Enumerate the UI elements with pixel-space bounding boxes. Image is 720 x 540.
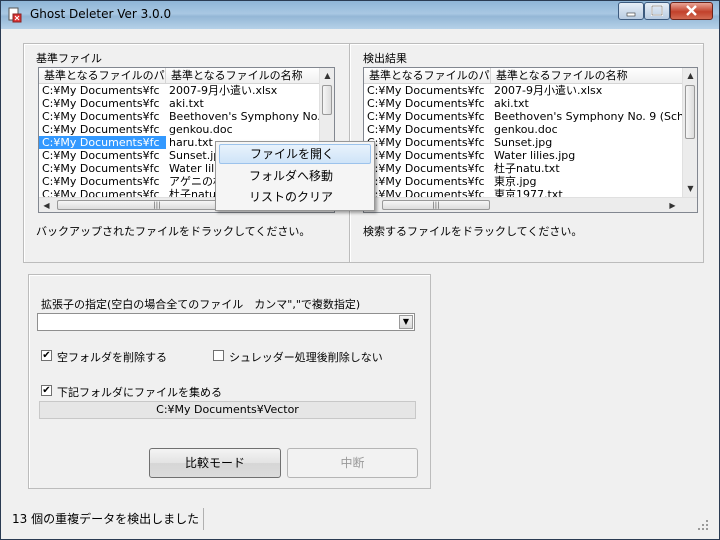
table-row[interactable]: C:¥My Documents¥fc Sunset.jpg (364, 136, 682, 149)
table-row[interactable]: C:¥My Documents¥fc Beethoven's Symphony N… (364, 110, 682, 123)
table-row[interactable]: C:¥My Documents¥fc genkou.doc (39, 123, 319, 136)
dropdown-button[interactable]: ▼ (399, 315, 413, 329)
table-row[interactable]: C:¥My Documents¥fc aki.txt (364, 97, 682, 110)
name-cell: 東京.jpg (494, 175, 537, 188)
horizontal-scrollbar[interactable]: ◀ ||| ▶ (364, 197, 697, 212)
list-header: 基準となるファイルのパス 基準となるファイルの名称 (364, 68, 684, 84)
name-cell: Sunset.jpg (494, 136, 553, 149)
status-text: 13 個の重複データを検出しました (8, 508, 205, 530)
collect-path-field[interactable]: C:¥My Documents¥Vector (39, 401, 416, 419)
delete-empty-label: 空フォルダを削除する (57, 351, 167, 364)
path-cell: C:¥My Documents¥fc (42, 136, 160, 149)
table-row[interactable]: C:¥My Documents¥fc aki.txt (39, 97, 319, 110)
table-row[interactable]: C:¥My Documents¥fc 東京.jpg (364, 175, 682, 188)
path-cell: C:¥My Documents¥fc (367, 84, 485, 97)
menu-item-open-file[interactable]: ファイルを開く (219, 144, 371, 164)
client-area: 基準ファイル 基準となるファイルのパス 基準となるファイルの名称 C:¥My D… (8, 30, 712, 532)
table-row[interactable]: C:¥My Documents¥fc 2007-9月小遣い.xlsx (39, 84, 319, 97)
path-cell: C:¥My Documents¥fc (367, 110, 485, 123)
resize-grip-icon[interactable] (697, 519, 709, 531)
context-menu: ファイルを開く フォルダへ移動 リストのクリア (215, 141, 375, 211)
results-list[interactable]: 基準となるファイルのパス 基準となるファイルの名称 C:¥My Document… (363, 67, 698, 213)
name-cell: 杜子natu.txt (494, 162, 560, 175)
name-cell: 2007-9月小遣い.xlsx (494, 84, 603, 97)
no-shred-label: シュレッダー処理後削除しない (229, 351, 383, 364)
chevron-down-icon: ▼ (402, 317, 410, 326)
maximize-button[interactable] (644, 2, 670, 20)
minimize-button[interactable] (618, 2, 644, 20)
path-cell: C:¥My Documents¥fc (42, 110, 160, 123)
path-cell: C:¥My Documents¥fc (367, 97, 485, 110)
table-row[interactable]: C:¥My Documents¥fc 杜子natu.txt (364, 162, 682, 175)
results-hint: 検索するファイルをドラックしてください。 (363, 225, 583, 238)
path-cell: C:¥My Documents¥fc (367, 123, 485, 136)
scroll-up-icon[interactable]: ▲ (320, 68, 334, 83)
path-cell: C:¥My Documents¥fc (367, 162, 485, 175)
status-bar: 13 個の重複データを検出しました (1, 506, 719, 539)
close-button[interactable] (670, 2, 713, 20)
column-header-path[interactable]: 基準となるファイルのパス (364, 68, 491, 83)
list-header: 基準となるファイルのパス 基準となるファイルの名称 (39, 68, 321, 84)
table-row[interactable]: C:¥My Documents¥fc genkou.doc (364, 123, 682, 136)
delete-empty-checkbox[interactable]: ✔ (41, 350, 52, 361)
path-cell: C:¥My Documents¥fc (42, 97, 160, 110)
results-label: 検出結果 (363, 52, 407, 65)
scroll-thumb-horizontal[interactable]: ||| (382, 200, 490, 210)
checkmark-icon: ✔ (42, 350, 51, 361)
maximize-icon (651, 5, 663, 16)
menu-item-clear-list[interactable]: リストのクリア (219, 187, 371, 207)
extension-combo[interactable]: ▼ (37, 313, 415, 331)
scroll-thumb[interactable] (685, 85, 695, 139)
base-files-hint: バックアップされたファイルをドラックしてください。 (36, 225, 311, 238)
scroll-down-icon[interactable]: ▼ (683, 181, 697, 196)
window-title: Ghost Deleter Ver 3.0.0 (30, 7, 172, 21)
column-header-path[interactable]: 基準となるファイルのパス (39, 68, 166, 83)
title-bar[interactable]: Ghost Deleter Ver 3.0.0 (1, 1, 719, 29)
scroll-left-icon[interactable]: ◀ (39, 198, 54, 212)
name-cell: aki.txt (169, 97, 204, 110)
scroll-up-icon[interactable]: ▲ (683, 68, 697, 83)
collect-label: 下記フォルダにファイルを集める (57, 386, 222, 399)
scroll-right-icon[interactable]: ▶ (665, 198, 680, 212)
name-cell: Water lilies.jpg (494, 149, 576, 162)
name-cell: Beethoven's Symphony No. 9 (169, 110, 319, 123)
path-cell: C:¥My Documents¥fc (367, 149, 485, 162)
compare-mode-button[interactable]: 比較モード (149, 448, 281, 478)
name-cell: genkou.doc (494, 123, 558, 136)
vertical-scrollbar[interactable]: ▲ ▼ (682, 68, 697, 198)
app-icon (8, 7, 22, 23)
collect-checkbox[interactable]: ✔ (41, 385, 52, 396)
checkmark-icon: ✔ (42, 385, 51, 396)
path-cell: C:¥My Documents¥fc (42, 162, 160, 175)
close-icon (686, 5, 697, 16)
name-cell: aki.txt (494, 97, 529, 110)
minimize-icon (626, 12, 636, 17)
name-cell: genkou.doc (169, 123, 233, 136)
table-row[interactable]: C:¥My Documents¥fc 2007-9月小遣い.xlsx (364, 84, 682, 97)
path-cell: C:¥My Documents¥fc (367, 136, 485, 149)
base-files-label: 基準ファイル (36, 52, 102, 65)
scroll-thumb[interactable] (322, 85, 332, 115)
name-cell: Beethoven's Symphony No. 9 (Scher (494, 110, 682, 123)
menu-item-go-to-folder[interactable]: フォルダへ移動 (219, 166, 371, 186)
column-header-name[interactable]: 基準となるファイルの名称 (491, 68, 684, 83)
path-cell: C:¥My Documents¥fc (42, 149, 160, 162)
extension-label: 拡張子の指定(空白の場合全てのファイル カンマ","で複数指定) (41, 298, 361, 311)
path-cell: C:¥My Documents¥fc (367, 175, 485, 188)
name-cell: 2007-9月小遣い.xlsx (169, 84, 278, 97)
table-row[interactable]: C:¥My Documents¥fc Beethoven's Symphony N… (39, 110, 319, 123)
path-cell: C:¥My Documents¥fc (42, 123, 160, 136)
column-header-name[interactable]: 基準となるファイルの名称 (166, 68, 321, 83)
path-cell: C:¥My Documents¥fc (42, 175, 160, 188)
table-row[interactable]: C:¥My Documents¥fc Water lilies.jpg (364, 149, 682, 162)
stop-button[interactable]: 中断 (287, 448, 418, 478)
app-window: Ghost Deleter Ver 3.0.0 基準ファイル 基準となるファイル… (0, 0, 720, 540)
table-row[interactable]: C:¥My Documents¥fc haru.txt (39, 136, 319, 149)
path-cell: C:¥My Documents¥fc (42, 84, 160, 97)
no-shred-checkbox[interactable] (213, 350, 224, 361)
